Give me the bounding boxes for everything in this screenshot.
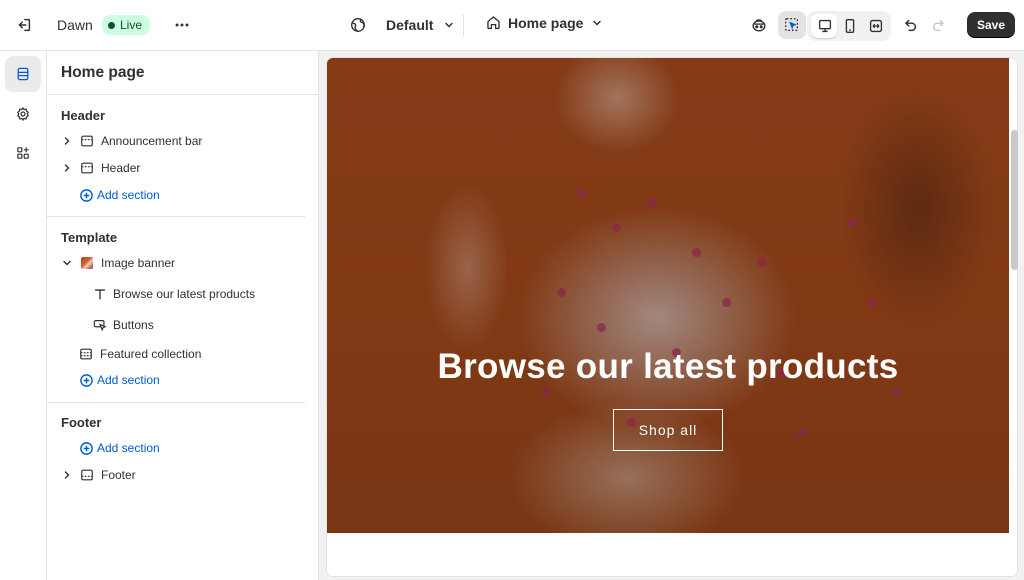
exit-icon[interactable] [10,11,38,39]
group-divider [47,402,305,403]
group-title-header: Header [61,108,106,123]
globe-icon [348,14,368,36]
text-type-icon [92,286,108,302]
add-section-template[interactable]: Add section [47,367,305,393]
preview-scrollbar[interactable] [1011,130,1018,270]
toolbar-divider [463,14,464,36]
panel-divider [47,94,319,95]
section-label: Announcement bar [101,134,203,148]
top-bar: Dawn Live Default Home page Save [0,0,1024,51]
save-button[interactable]: Save [967,12,1015,38]
group-title-template: Template [61,230,118,245]
block-buttons[interactable]: Buttons [47,312,305,338]
section-label: Footer [101,468,136,482]
chevron-down-icon [443,19,455,31]
settings-gear-icon[interactable] [5,96,41,132]
banner-heading: Browse our latest products [437,347,899,386]
section-announcement-bar[interactable]: Announcement bar [47,128,305,154]
preview-canvas: Browse our latest products Shop all [320,51,1024,580]
live-dot-icon [108,21,115,29]
chevron-right-icon[interactable] [61,469,73,481]
chevron-right-icon[interactable] [61,135,73,147]
section-label: Featured collection [100,347,202,361]
image-banner[interactable]: Browse our latest products Shop all [327,58,1009,533]
group-divider [47,216,305,217]
add-section-footer[interactable]: Add section [47,435,305,461]
block-label: Browse our latest products [113,287,256,301]
left-rail [0,51,47,580]
section-header[interactable]: Header [47,155,305,181]
section-featured-collection[interactable]: Featured collection [47,341,305,367]
sections-panel: Home page Header Announcement bar Header… [47,51,319,580]
add-section-label: Add section [97,441,160,455]
theme-selector[interactable]: Default [348,14,455,36]
theme-selector-label: Default [386,17,434,33]
layout-section-icon [78,346,94,362]
layout-section-icon [79,467,95,483]
mobile-view-icon[interactable] [836,12,864,40]
home-icon [485,14,502,31]
live-status-badge: Live [102,15,151,35]
layout-section-icon [79,160,95,176]
chevron-down-icon [591,17,603,29]
image-thumbnail-icon [79,255,95,271]
store-name: Dawn [57,17,93,33]
desktop-view-icon[interactable] [811,12,839,40]
shop-all-button[interactable]: Shop all [613,409,723,451]
sections-icon[interactable] [5,56,41,92]
section-label: Image banner [101,256,176,270]
add-section-label: Add section [97,188,160,202]
chevron-down-icon[interactable] [61,257,73,269]
chevron-right-icon[interactable] [61,162,73,174]
add-section-header[interactable]: Add section [47,182,305,208]
plus-circle-icon [78,440,94,456]
undo-icon[interactable] [896,11,924,39]
page-selector-label: Home page [508,14,584,31]
store-preview: Browse our latest products Shop all [327,58,1017,576]
more-actions-icon[interactable] [168,11,196,39]
inspector-select-icon[interactable] [778,11,806,39]
block-label: Buttons [113,318,154,332]
apps-icon[interactable] [5,135,41,171]
section-image-banner[interactable]: Image banner [47,250,305,276]
fullscreen-view-icon[interactable] [862,12,890,40]
section-label: Header [101,161,141,175]
redo-icon[interactable] [925,11,953,39]
plus-circle-icon [78,187,94,203]
layout-section-icon [79,133,95,149]
group-title-footer: Footer [61,415,102,430]
viewport-toggle-group [807,11,891,41]
button-cursor-icon [92,317,108,333]
banner-overlay [327,58,1009,533]
panel-title: Home page [61,64,145,81]
add-section-label: Add section [97,373,160,387]
block-heading[interactable]: Browse our latest products [47,281,305,307]
page-selector[interactable]: Home page [485,14,603,31]
live-label: Live [120,18,143,32]
plus-circle-icon [78,372,94,388]
sidekick-icon[interactable] [745,11,773,39]
section-footer[interactable]: Footer [47,462,305,488]
